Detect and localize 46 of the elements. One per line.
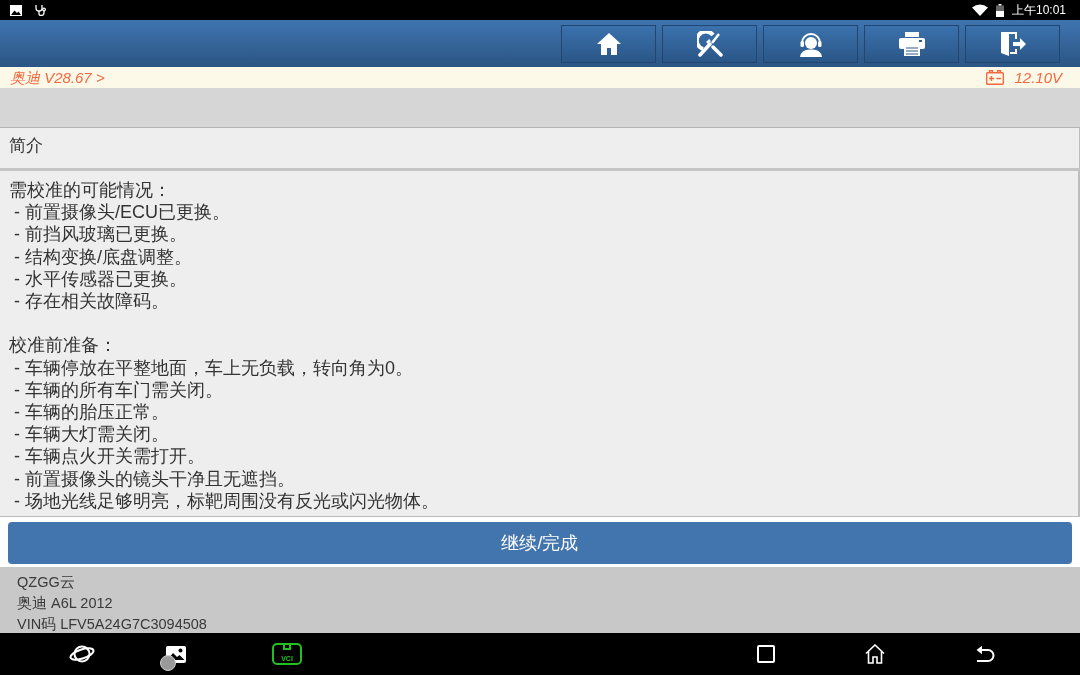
instruction-line: - 前置摄像头的镜头干净且无遮挡。 bbox=[13, 467, 295, 490]
diagnostic-tools-button[interactable] bbox=[662, 24, 757, 63]
headset-person-icon bbox=[797, 30, 824, 57]
vehicle-info-line: QZGG云 bbox=[17, 573, 75, 592]
section-title: 简介 bbox=[9, 136, 43, 155]
wifi-icon bbox=[971, 4, 988, 16]
instruction-line: - 前挡风玻璃已更换。 bbox=[13, 223, 187, 246]
touch-indicator-icon bbox=[160, 654, 176, 671]
recent-apps-button[interactable] bbox=[757, 645, 775, 663]
instruction-line: - 车辆的所有车门需关闭。 bbox=[13, 378, 223, 401]
paragraph-heading: 需校准的可能情况： bbox=[9, 179, 171, 202]
instruction-line: - 车辆的胎压正常。 bbox=[13, 401, 169, 424]
instruction-line: - 存在相关故障码。 bbox=[13, 290, 169, 313]
home-button[interactable] bbox=[561, 24, 656, 63]
browser-button[interactable] bbox=[69, 643, 95, 665]
battery-icon bbox=[995, 3, 1004, 17]
back-button[interactable] bbox=[975, 645, 995, 663]
home-icon bbox=[865, 644, 885, 664]
instruction-line: - 场地光线足够明亮，标靶周围没有反光或闪光物体。 bbox=[13, 489, 439, 513]
car-battery-icon bbox=[986, 70, 1005, 85]
vehicle-info-line: VIN码 LFV5A24G7C3094508 bbox=[17, 615, 207, 634]
home-icon bbox=[595, 31, 622, 56]
image-icon bbox=[10, 4, 22, 16]
breadcrumb-link[interactable]: 奥迪 V28.67 > bbox=[10, 70, 105, 85]
printer-icon bbox=[898, 31, 925, 56]
home-nav-button[interactable] bbox=[865, 644, 885, 664]
instruction-line: - 车辆停放在平整地面，车上无负载，转向角为0。 bbox=[13, 356, 413, 379]
gauge-screwdriver-icon bbox=[696, 30, 723, 57]
back-icon bbox=[975, 645, 995, 663]
instruction-line: - 前置摄像头/ECU已更换。 bbox=[13, 201, 230, 224]
planet-icon bbox=[69, 643, 95, 665]
instruction-line: - 水平传感器已更换。 bbox=[13, 267, 187, 290]
recent-apps-icon bbox=[757, 645, 775, 663]
exit-door-icon bbox=[999, 30, 1026, 57]
continue-button[interactable]: 继续/完成 bbox=[8, 522, 1072, 564]
exit-button[interactable] bbox=[965, 24, 1060, 63]
paragraph-heading: 校准前准备： bbox=[9, 334, 117, 357]
support-button[interactable] bbox=[763, 24, 858, 63]
stethoscope-icon bbox=[35, 4, 47, 16]
instruction-line: - 结构变换/底盘调整。 bbox=[13, 245, 192, 268]
vehicle-info-line: 奥迪 A6L 2012 bbox=[17, 594, 113, 613]
print-button[interactable] bbox=[864, 24, 959, 63]
voltage-reading: 12.10V bbox=[1014, 70, 1062, 85]
instruction-line: - 车辆大灯需关闭。 bbox=[13, 423, 169, 446]
clock: 上午10:01 bbox=[1011, 4, 1066, 16]
instruction-line: - 车辆点火开关需打开。 bbox=[13, 445, 205, 468]
